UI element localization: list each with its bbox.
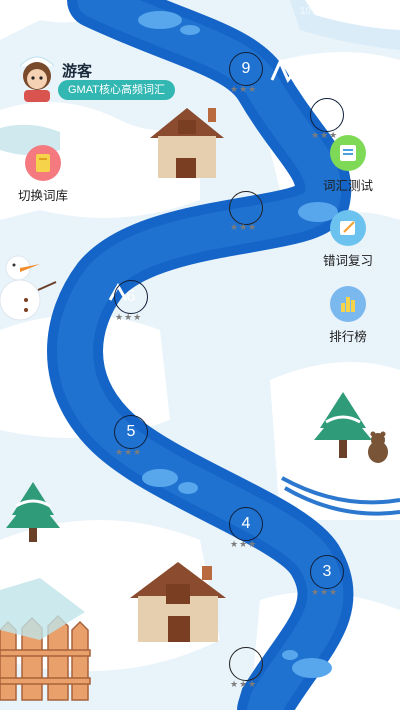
level-2-stars: ★★★ [230, 679, 258, 689]
level-4-stars: ★★★ [230, 539, 258, 549]
level-number: 6 [126, 288, 136, 305]
deck-label[interactable]: GMAT核心高频词汇 [58, 80, 175, 100]
bar-chart-icon [330, 286, 366, 322]
user-name: 游客 [62, 63, 93, 80]
leaderboard-label: 排行榜 [329, 330, 367, 344]
level-2-node[interactable] [229, 647, 263, 681]
switch-deck-button[interactable]: 切换词库 [0, 145, 88, 204]
level-7-node[interactable] [229, 191, 263, 225]
avatar[interactable] [14, 46, 60, 104]
level-9-node[interactable]: 9 [229, 52, 263, 86]
book-icon [25, 145, 61, 181]
level-4-node[interactable]: 4 [229, 507, 263, 541]
wrong-review-button[interactable]: 错词复习 [303, 210, 393, 269]
level-8-node[interactable]: 8 [310, 98, 344, 132]
level-number: 8 [322, 106, 332, 123]
level-number: 5 [126, 423, 136, 440]
level-number: 9 [241, 60, 251, 77]
level-6-stars: ★★★ [115, 312, 143, 322]
leaderboard-button[interactable]: 排行榜 [303, 286, 393, 345]
switch-deck-label: 切换词库 [17, 189, 68, 203]
level-3-stars: ★★★ [311, 587, 339, 597]
vocab-test-button[interactable]: 词汇测试 [303, 135, 393, 194]
level-5-stars: ★★★ [115, 447, 143, 457]
level-number: 4 [241, 515, 251, 532]
review-note-icon [330, 210, 366, 246]
wrong-review-label: 错词复习 [322, 254, 373, 268]
vocab-test-label: 词汇测试 [322, 179, 373, 193]
level-6-node[interactable]: 6 [114, 280, 148, 314]
status-bar-time: 10:41 [300, 6, 326, 17]
test-sheet-icon [330, 135, 366, 171]
level-3-node[interactable]: 3 [310, 555, 344, 589]
level-7-stars: ★★★ [230, 222, 258, 232]
level-5-node[interactable]: 5 [114, 415, 148, 449]
level-9-stars: ★★★ [230, 84, 258, 94]
level-number: 3 [322, 563, 332, 580]
